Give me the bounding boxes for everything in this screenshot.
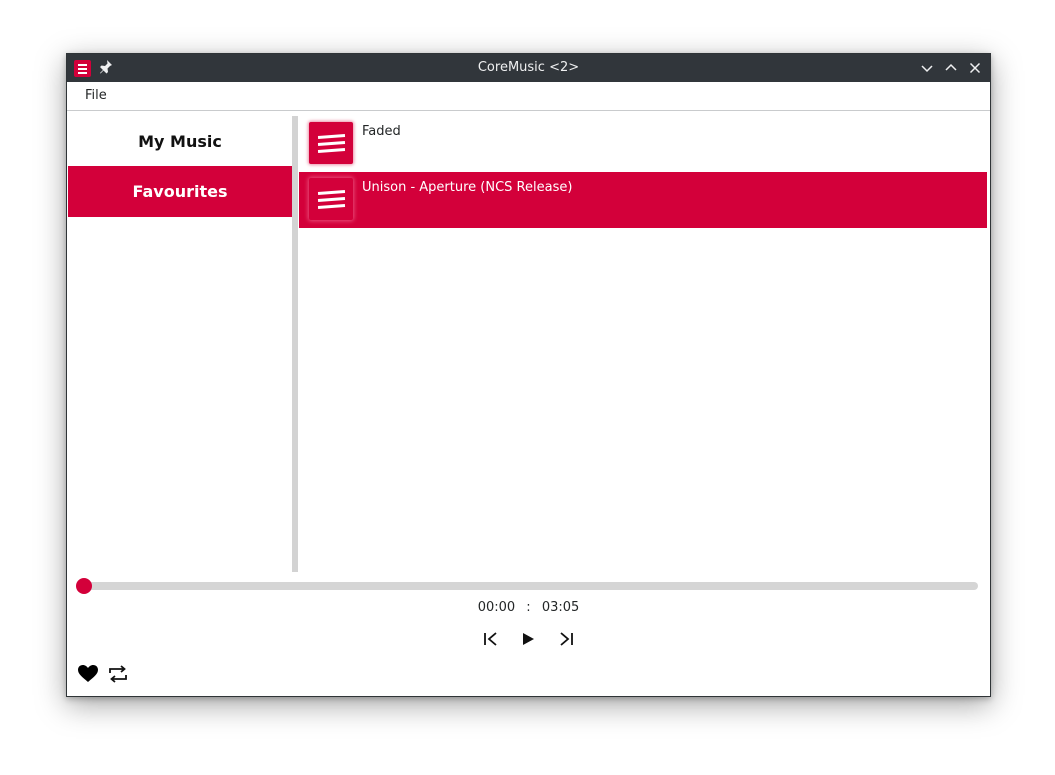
- maximize-button[interactable]: [942, 59, 960, 77]
- track-title: Unison - Aperture (NCS Release): [362, 180, 573, 195]
- chevron-up-icon: [945, 63, 957, 71]
- repeat-button[interactable]: [107, 663, 129, 685]
- skip-previous-icon: [484, 632, 497, 646]
- repeat-icon: [109, 665, 127, 683]
- coremusic-window: CoreMusic <2> File My Music Favourites F…: [66, 53, 991, 697]
- next-button[interactable]: [557, 630, 575, 648]
- album-art-thumbnail: [309, 178, 353, 220]
- sidebar-item-favourites[interactable]: Favourites: [68, 166, 292, 217]
- sidebar-item-label: Favourites: [132, 182, 228, 201]
- favourite-button[interactable]: [77, 663, 99, 685]
- chevron-down-icon: [921, 65, 933, 73]
- seek-handle[interactable]: [76, 578, 92, 594]
- splitter-handle[interactable]: [292, 116, 298, 572]
- menu-bar: File: [67, 82, 990, 111]
- sidebar-item-label: My Music: [138, 132, 222, 151]
- close-icon: [969, 62, 981, 74]
- album-art-thumbnail: [309, 122, 353, 164]
- close-button[interactable]: [966, 59, 984, 77]
- track-row[interactable]: Unison - Aperture (NCS Release): [299, 172, 987, 228]
- play-icon: [523, 633, 534, 645]
- time-display: 00:00 : 03:05: [67, 600, 990, 620]
- minimize-button[interactable]: [918, 59, 936, 77]
- track-list: Faded Unison - Aperture (NCS Release): [299, 116, 987, 572]
- track-title: Faded: [362, 124, 401, 139]
- sidebar: My Music Favourites: [68, 116, 292, 576]
- previous-button[interactable]: [482, 630, 500, 648]
- title-bar[interactable]: CoreMusic <2>: [67, 54, 990, 82]
- seek-bar[interactable]: [78, 582, 978, 590]
- play-button[interactable]: [519, 630, 537, 648]
- window-title: CoreMusic <2>: [477, 60, 580, 75]
- time-separator: :: [526, 600, 531, 615]
- total-time: 03:05: [541, 600, 580, 615]
- track-row[interactable]: Faded: [299, 116, 987, 172]
- current-time: 00:00: [477, 600, 516, 615]
- heart-icon: [78, 665, 98, 682]
- sidebar-item-my-music[interactable]: My Music: [68, 116, 292, 167]
- skip-next-icon: [560, 632, 573, 646]
- menu-file[interactable]: File: [85, 82, 107, 110]
